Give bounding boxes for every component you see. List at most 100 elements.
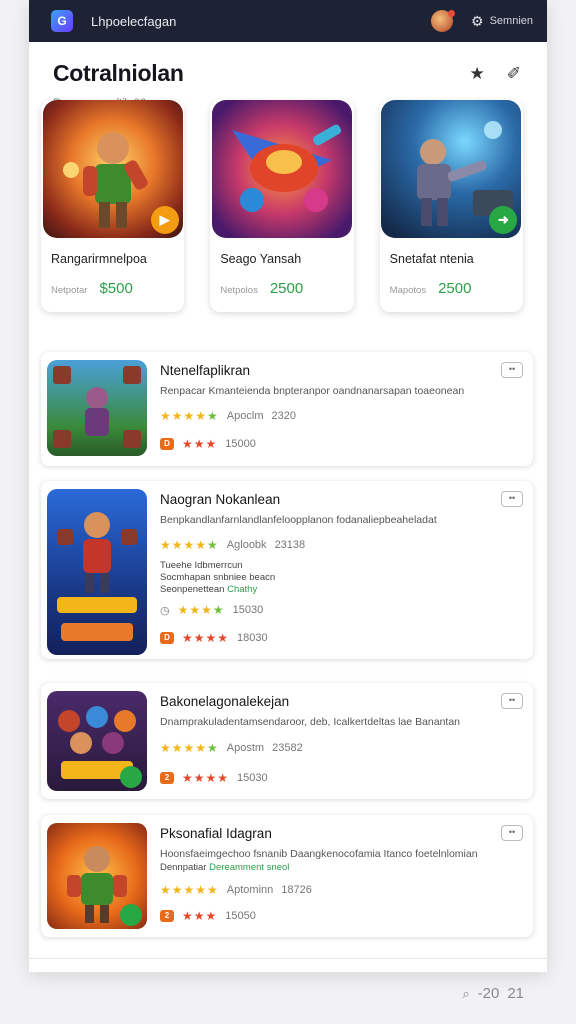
star-rating-icon: ★★★ (182, 437, 218, 451)
page-footer: ⌕ -20 21 (462, 985, 524, 1002)
more-options-button[interactable]: •• (501, 362, 523, 378)
gear-icon: ⚙ (471, 12, 484, 29)
more-options-button[interactable]: •• (501, 825, 523, 841)
pin-icon[interactable]: ✐ (507, 64, 521, 84)
app-title: Naogran Nokanlean (160, 492, 281, 507)
rating-badge: 2 (160, 910, 174, 922)
game-thumbnail (47, 823, 147, 929)
featured-meta: Netpolos 2500 (220, 280, 353, 297)
rating-count: 15030 (237, 772, 268, 784)
search-icon[interactable]: ⌕ (462, 986, 469, 1002)
list-item[interactable]: Ntenelfaplikran Renpacar Kmanteienda bnp… (41, 352, 533, 466)
rating-row-tertiary: ◷ ★★★★ 15030 (160, 603, 263, 617)
clock-icon: ◷ (160, 604, 170, 617)
featured-sub: Netpolos (220, 285, 258, 296)
logo-glyph: G (57, 14, 67, 28)
extra-text: Seonpenettean (160, 584, 225, 595)
extra-highlight: sneol (266, 862, 290, 873)
extra-line: Tueehe Idbmerrcun (160, 560, 243, 571)
rating-count: 18726 (281, 884, 312, 896)
rating-badge: D (160, 632, 174, 644)
star-icon[interactable]: ★ (470, 64, 485, 84)
featured-card[interactable]: ▶ Rangarirmnelpoa Netpotar $500 (41, 100, 185, 312)
rating-row-secondary: D ★★★ 15000 (160, 437, 256, 451)
rating-label: Apoclm (226, 410, 264, 422)
rating-badge: D (160, 438, 174, 450)
featured-name: Seago Yansah (220, 252, 302, 266)
list-item[interactable]: Pksonafial Idagran Hoonsfaeimgechoo fsna… (41, 815, 533, 937)
game-thumbnail (47, 691, 147, 791)
top-bar: G Lhpoelecfagan ⚙ Semnien (29, 0, 547, 42)
extra-highlight: Dereamment (209, 862, 265, 873)
settings-label: Semnien (489, 15, 533, 27)
rating-count: 15000 (225, 438, 256, 450)
extra-line: Socmhapan snbniee beacn (160, 572, 276, 583)
featured-name: Snetafat ntenia (389, 252, 474, 266)
rating-row: ★★★★★ Agloobk 23138 (160, 538, 305, 552)
app-description: Renpacar Kmanteienda bnpteranpor oandnan… (160, 385, 465, 397)
extra-line: Seonpenettean Chathy (160, 584, 275, 596)
game-thumbnail: ▶ (42, 100, 183, 238)
rating-row: ★★★★★ Apoclm 2320 (160, 409, 296, 423)
featured-meta: Netpotar $500 (51, 280, 184, 297)
game-thumbnail: ➜ (381, 100, 522, 238)
list-item[interactable]: Bakonelagonalekejan Dnamprakuladentamsen… (41, 683, 533, 799)
rating-count: 2320 (271, 410, 296, 422)
app-extra-info: Tueehe Idbmerrcun Socmhapan snbniee beac… (160, 560, 275, 596)
page-title: Cotralniolan (53, 60, 184, 86)
star-rating-icon: ★★★ (182, 909, 218, 923)
game-thumbnail (47, 489, 147, 655)
app-extra-info: Dennpatiar Dereamment sneol (160, 862, 289, 874)
featured-price: 2500 (269, 280, 304, 297)
featured-price: 2500 (438, 280, 472, 297)
more-options-button[interactable]: •• (501, 491, 523, 507)
rating-label: Agloobk (226, 539, 267, 551)
app-logo[interactable]: G (51, 10, 73, 32)
extra-highlight: Chathy (227, 584, 258, 595)
star-rating-icon: ★★★★ (177, 603, 225, 617)
rating-count: 23138 (274, 539, 306, 551)
app-title: Lhpoelecfagan (91, 13, 177, 29)
rating-row-secondary: 2 ★★★ 15050 (160, 909, 256, 923)
footer-right-value: 21 (507, 985, 524, 1002)
rating-count: 15030 (232, 604, 264, 616)
featured-card[interactable]: ➜ Snetafat ntenia Mapotos 2500 (379, 100, 523, 312)
game-thumbnail (47, 360, 147, 456)
rating-row-secondary: 2 ★★★★ 15030 (160, 771, 268, 785)
rating-badge: 2 (160, 772, 174, 784)
settings-button[interactable]: ⚙ Semnien (471, 13, 533, 30)
rating-row: ★★★★★ Apostm 23582 (160, 741, 303, 755)
featured-card[interactable]: Seago Yansah Netpolos 2500 (210, 100, 354, 312)
app-description: Benpkandlanfarnlandlanfeloopplanon fodan… (160, 514, 437, 526)
star-rating-icon: ★★★★★ (160, 883, 219, 897)
rating-label: Apostm (226, 742, 265, 754)
rating-row-secondary: D ★★★★ 18030 (160, 631, 268, 645)
featured-sub: Mapotos (389, 285, 427, 296)
star-rating-icon: ★★★★★ (160, 741, 219, 755)
featured-row: ▶ Rangarirmnelpoa Netpotar $500 Seago Ya… (41, 100, 535, 312)
featured-name: Rangarirmnelpoa (51, 252, 147, 266)
star-rating-icon: ★★★★★ (160, 538, 219, 552)
header-actions: ★ ✐ (470, 64, 522, 84)
app-title: Pksonafial Idagran (160, 826, 272, 841)
star-rating-icon: ★★★★ (182, 771, 230, 785)
extra-text: Dennpatiar (160, 862, 207, 873)
rating-count: 15050 (225, 910, 256, 922)
featured-meta: Mapotos 2500 (390, 280, 523, 297)
star-rating-icon: ★★★★★ (160, 409, 219, 423)
badge-icon: ▶ (150, 206, 179, 234)
profile-avatar-icon[interactable] (431, 10, 456, 32)
app-title: Bakonelagonalekejan (160, 694, 290, 709)
bottom-divider (29, 958, 547, 959)
app-window: G Lhpoelecfagan ⚙ Semnien Cotralniolan R… (29, 0, 547, 972)
list-item[interactable]: Naogran Nokanlean Benpkandlanfarnlandlan… (41, 481, 533, 659)
app-description: Dnamprakuladentamsendaroor, deb, Icalker… (160, 716, 461, 728)
rating-label: Aptominn (226, 884, 274, 896)
rating-count: 23582 (272, 742, 303, 754)
game-thumbnail (211, 100, 352, 238)
more-options-button[interactable]: •• (501, 693, 523, 709)
rating-row: ★★★★★ Aptominn 18726 (160, 883, 312, 897)
app-title: Ntenelfaplikran (160, 363, 251, 378)
featured-sub: Netpotar (51, 285, 88, 296)
app-description: Hoonsfaeimgechoo fsnanib Daangkenocofami… (160, 848, 478, 860)
